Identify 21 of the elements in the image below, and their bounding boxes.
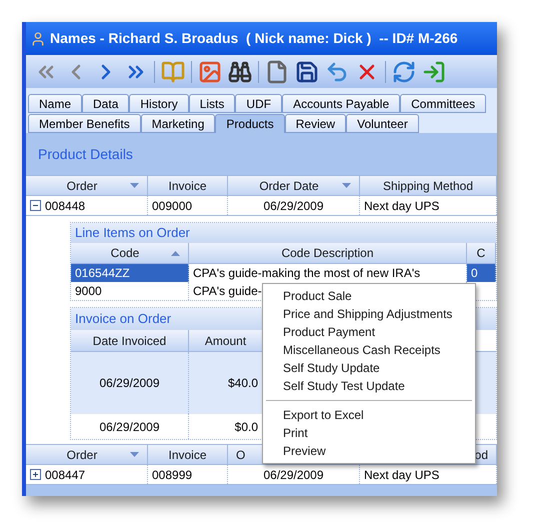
table-cell-text: 06/29/2009 [263, 466, 324, 484]
table-cell-text: 06/29/2009 [99, 418, 160, 436]
table-cell-text: 0 [471, 265, 478, 282]
table-cell-text: 016544ZZ [75, 265, 130, 282]
grid-title: Line Items on Order [75, 224, 190, 242]
table-cell-text: $40.0 [228, 375, 258, 392]
table-cell-text: CPA's guide-making the most of new IRA's [193, 265, 420, 282]
table-cell-text: 9000 [75, 283, 102, 300]
table-cell-text: 008448 [45, 198, 86, 214]
table-cell-text: $0.0 [234, 418, 258, 436]
window-title: Names - Richard S. Broadus ( Nick name: Dick ) -- ID# M-266 [50, 29, 458, 48]
table-cell-text: 008999 [152, 466, 192, 484]
table-cell-text: 008447 [45, 466, 86, 484]
table-cell-text: Next day UPS [364, 466, 440, 484]
table-cell-text: 06/29/2009 [263, 198, 324, 214]
table-cell-text: CPA's guide- [193, 283, 262, 300]
table-cell-text: 06/29/2009 [99, 375, 160, 392]
grid-title: Invoice on Order [75, 310, 172, 328]
section-title: Product Details [38, 144, 133, 164]
table-cell-text: Next day UPS [364, 198, 440, 214]
table-cell-text: 009000 [152, 198, 192, 214]
